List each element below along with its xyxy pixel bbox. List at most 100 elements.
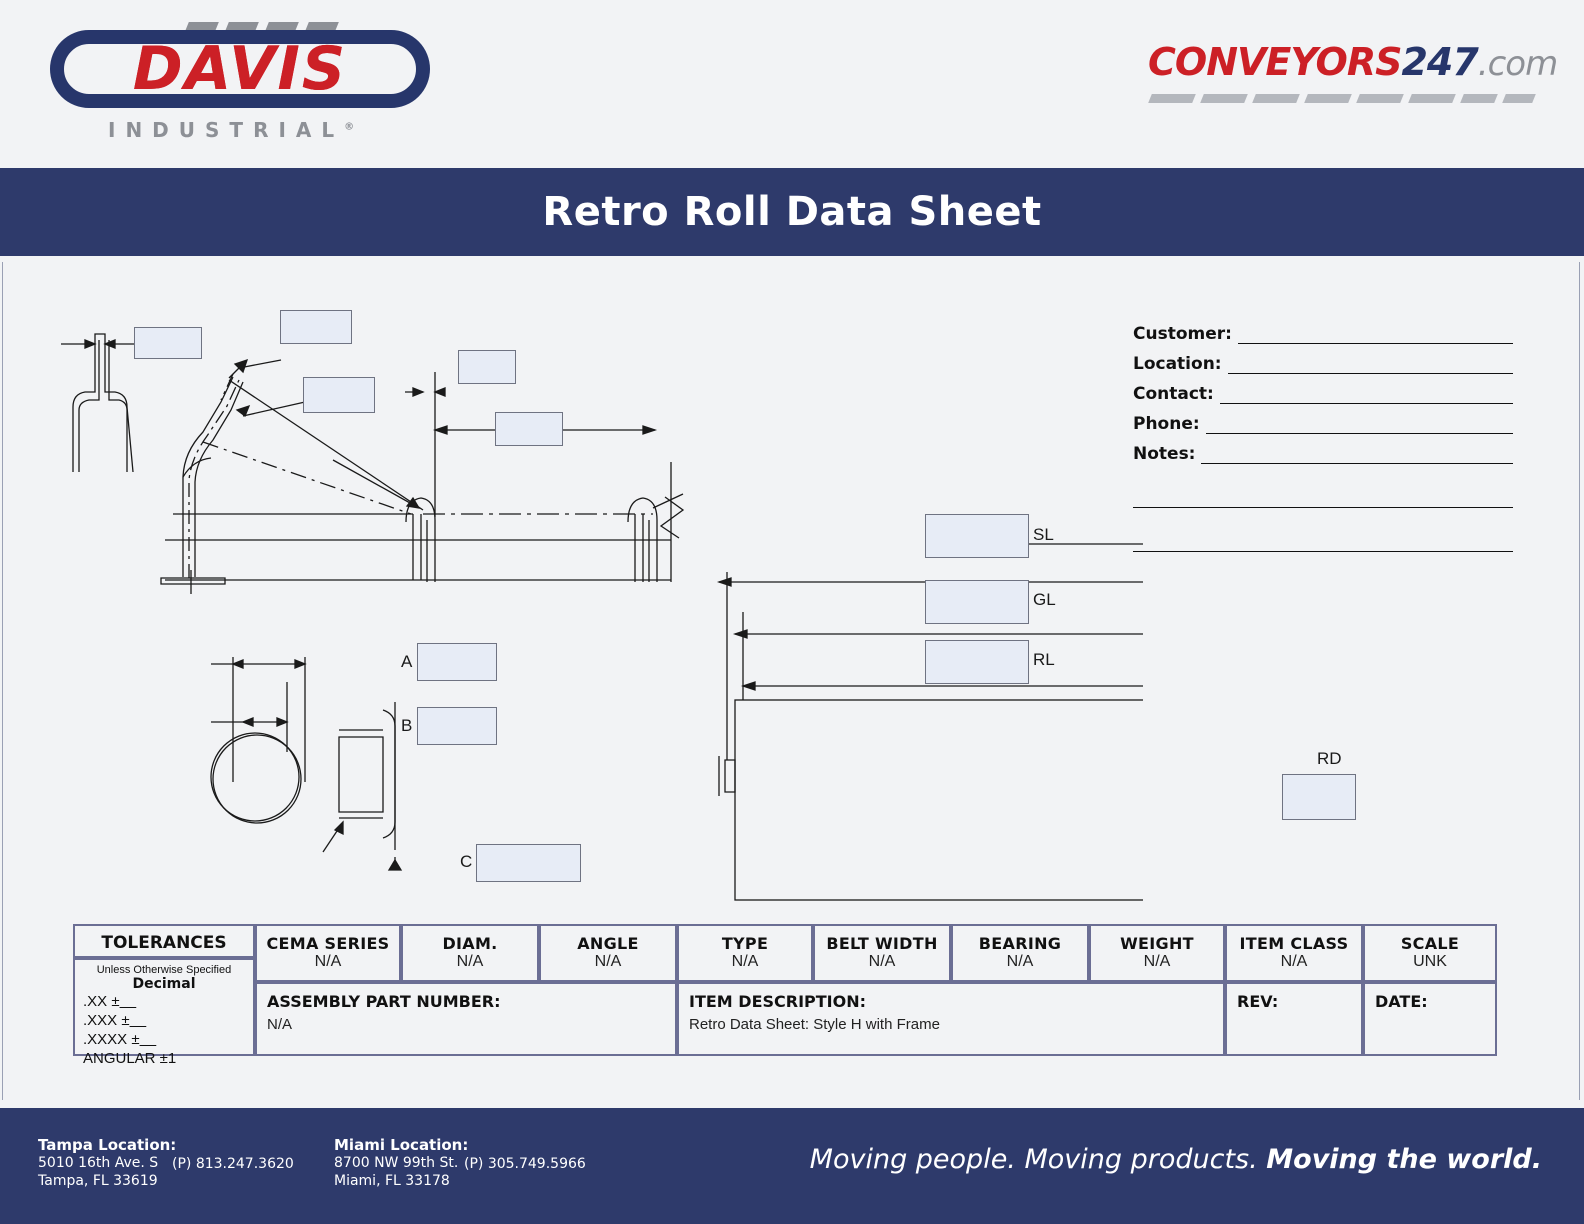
cema-series-value: N/A	[314, 953, 342, 970]
callout-detail-a[interactable]	[417, 643, 497, 681]
spec-cell-item-class: ITEM CLASS N/A	[1225, 924, 1363, 982]
tagline-bold-text: Moving the world.	[1266, 1144, 1542, 1175]
rev-label: REV:	[1237, 992, 1279, 1011]
tampa-location-title: Tampa Location:	[38, 1136, 177, 1154]
callout-sl-dim[interactable]	[925, 514, 1029, 558]
tolerance-line-angular: ANGULAR ±1	[83, 1050, 177, 1067]
weight-value: N/A	[1143, 953, 1171, 970]
callout-frame-gap-dim[interactable]	[134, 327, 202, 359]
gl-label: GL	[1033, 590, 1056, 609]
belt-width-value: N/A	[868, 953, 896, 970]
location-input[interactable]	[1227, 353, 1513, 374]
date-label: DATE:	[1375, 992, 1428, 1011]
tampa-city: Tampa, FL 33619	[38, 1173, 158, 1189]
callout-detail-c[interactable]	[476, 844, 581, 882]
drawing-sheet: A B C SL GL RL RD Customer: Location: Co…	[2, 262, 1580, 1100]
davis-subtitle-text: INDUSTRIAL	[108, 118, 345, 142]
customer-input[interactable]	[1237, 323, 1513, 344]
registered-mark-icon: ®	[344, 121, 355, 133]
miami-street: 8700 NW 99th St.	[334, 1155, 459, 1171]
scale-value: UNK	[1413, 953, 1447, 970]
tolerance-line-xxxx: .XXXX ±	[75, 1030, 253, 1049]
miami-phone[interactable]: (P) 305.749.5966	[464, 1156, 586, 1172]
page-title: Retro Roll Data Sheet	[542, 189, 1042, 235]
rev-cell[interactable]: REV:	[1225, 982, 1363, 1056]
info-row-contact: Contact:	[1133, 374, 1513, 404]
sl-label: SL	[1033, 525, 1054, 544]
callout-wing-roll-dim[interactable]	[303, 377, 375, 413]
tampa-phone[interactable]: (P) 813.247.3620	[172, 1156, 294, 1172]
info-row-notes: Notes:	[1133, 434, 1513, 464]
tolerance-line-xx: .XX ±	[75, 992, 253, 1011]
callout-rd-dim[interactable]	[1282, 774, 1356, 820]
belt-width-header: BELT WIDTH	[826, 934, 938, 953]
phone-label: Phone:	[1133, 414, 1200, 434]
company-tagline: Moving people. Moving products. Moving t…	[810, 1144, 1542, 1175]
tolerances-subtitle: Unless Otherwise Specified	[96, 964, 232, 976]
notes-extra-input-1[interactable]	[1133, 487, 1513, 508]
type-value: N/A	[731, 953, 759, 970]
callout-rl-dim[interactable]	[925, 640, 1029, 684]
info-row-phone: Phone:	[1133, 404, 1513, 434]
item-description-label: ITEM DESCRIPTION:	[689, 992, 867, 1011]
diam-header: DIAM.	[442, 934, 498, 953]
item-class-value: N/A	[1280, 953, 1308, 970]
angle-value: N/A	[594, 953, 622, 970]
callout-idler-angle-dim[interactable]	[280, 310, 352, 344]
spec-cell-belt-width: BELT WIDTH N/A	[813, 924, 951, 982]
location-label: Location:	[1133, 354, 1222, 374]
customer-info-block: Customer: Location: Contact: Phone: Note…	[1133, 314, 1513, 552]
assembly-part-number-label: ASSEMBLY PART NUMBER:	[267, 992, 501, 1011]
spec-cell-scale: SCALE UNK	[1363, 924, 1497, 982]
spec-cell-cema-series: CEMA SERIES N/A	[255, 924, 401, 982]
tolerance-line-xxx: .XXX ±	[75, 1011, 253, 1030]
notes-input[interactable]	[1201, 443, 1513, 464]
date-cell[interactable]: DATE:	[1363, 982, 1497, 1056]
item-description-cell: ITEM DESCRIPTION: Retro Data Sheet: Styl…	[677, 982, 1225, 1056]
diam-value: N/A	[456, 953, 484, 970]
contact-label: Contact:	[1133, 384, 1214, 404]
item-class-header: ITEM CLASS	[1239, 934, 1349, 953]
phone-input[interactable]	[1205, 413, 1513, 434]
customer-label: Customer:	[1133, 324, 1232, 344]
info-row-notes-extra-1	[1133, 478, 1513, 508]
rd-label: RD	[1317, 749, 1342, 768]
tolerances-decimal-label: Decimal	[132, 976, 196, 992]
spec-cell-diam: DIAM. N/A	[401, 924, 539, 982]
conveyors-dash-accent-icon	[1148, 94, 1536, 106]
spec-cell-angle: ANGLE N/A	[539, 924, 677, 982]
data-sheet-page: DAVIS INDUSTRIAL® CONVEYORS247.com Retro…	[0, 0, 1584, 1224]
callout-frame-spacing-dim[interactable]	[495, 412, 563, 446]
angle-header: ANGLE	[577, 934, 639, 953]
type-header: TYPE	[721, 934, 769, 953]
miami-location-title: Miami Location:	[334, 1136, 469, 1154]
miami-location-block: Miami Location: 8700 NW 99th St. Miami, …	[334, 1136, 468, 1190]
cema-series-header: CEMA SERIES	[266, 934, 390, 953]
conveyors-dotcom-text: .com	[1477, 44, 1558, 84]
tolerance-xx-text: .XX ±	[83, 993, 120, 1010]
item-description-value: Retro Data Sheet: Style H with Frame	[689, 1016, 940, 1033]
callout-gl-dim[interactable]	[925, 580, 1029, 624]
info-row-notes-extra-2	[1133, 522, 1513, 552]
conveyors247-wordmark: CONVEYORS247.com	[1148, 40, 1558, 84]
scale-header: SCALE	[1400, 934, 1460, 953]
info-row-customer: Customer:	[1133, 314, 1513, 344]
davis-subtitle: INDUSTRIAL®	[108, 118, 438, 142]
rl-label: RL	[1033, 650, 1055, 669]
davis-wordmark: DAVIS	[132, 34, 348, 104]
weight-header: WEIGHT	[1120, 934, 1194, 953]
detail-label-a: A	[401, 652, 413, 671]
tolerance-xxx-text: .XXX ±	[83, 1012, 130, 1029]
conveyors-text: CONVEYORS	[1148, 40, 1402, 84]
tolerances-body-cell: Unless Otherwise Specified Decimal .XX ±…	[73, 958, 255, 1067]
contact-input[interactable]	[1219, 383, 1513, 404]
tampa-street: 5010 16th Ave. S	[38, 1155, 159, 1171]
notes-extra-input-2[interactable]	[1133, 531, 1513, 552]
assembly-part-number-cell: ASSEMBLY PART NUMBER: N/A	[255, 982, 677, 1056]
davis-industrial-logo: DAVIS INDUSTRIAL®	[38, 14, 438, 144]
conveyors247-logo: CONVEYORS247.com	[1148, 40, 1558, 120]
page-footer: Tampa Location: 5010 16th Ave. S Tampa, …	[0, 1108, 1584, 1224]
callout-center-roll-dim[interactable]	[458, 350, 516, 384]
callout-detail-b[interactable]	[417, 707, 497, 745]
conveyors-247-text: 247	[1401, 40, 1478, 84]
